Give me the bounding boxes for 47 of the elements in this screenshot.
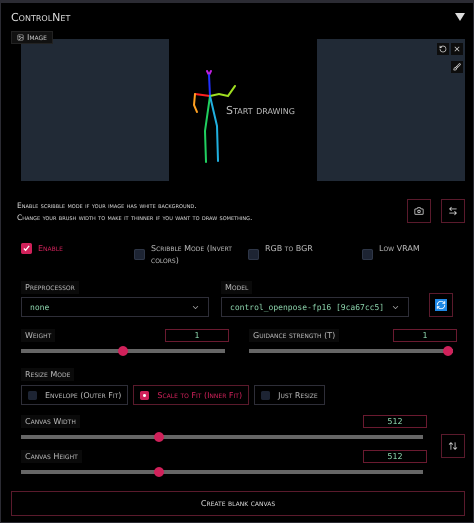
refresh-icon: [435, 299, 447, 311]
slider-thumb[interactable]: [154, 432, 164, 442]
resize-option[interactable]: Just Resize: [254, 385, 325, 405]
number-field[interactable]: 512: [363, 415, 427, 428]
slider-thumb[interactable]: [443, 346, 453, 356]
slider-label: Guidance strength (T): [249, 329, 340, 342]
up-down-arrows-icon: [448, 441, 458, 451]
number-field[interactable]: 512: [363, 450, 427, 463]
image-tab[interactable]: Image: [11, 31, 53, 44]
image-icon: [17, 34, 24, 41]
create-canvas-button[interactable]: Create blank canvas: [11, 491, 465, 516]
refresh-button[interactable]: [429, 293, 453, 317]
start-drawing-text: Start drawing: [226, 104, 295, 116]
preprocessor-label: Preprocessor: [21, 281, 79, 294]
collapse-triangle-icon[interactable]: [455, 12, 465, 22]
slider-label: Weight: [21, 329, 56, 342]
checkbox[interactable]: [21, 243, 32, 254]
resize-mode-label: Resize Mode: [21, 368, 74, 381]
slider-thumb[interactable]: [154, 467, 164, 477]
resize-option[interactable]: Envelope (Outer Fit): [21, 385, 128, 405]
checkbox-label: Scribble Mode (Invert colors): [151, 243, 233, 267]
swap-button[interactable]: [441, 199, 465, 223]
swap-arrows-icon: [448, 206, 458, 216]
slider-label: Canvas Height: [21, 450, 82, 463]
camera-button[interactable]: [407, 199, 431, 223]
checkbox[interactable]: [134, 249, 145, 260]
checkbox-label: RGB to BGR: [265, 243, 313, 255]
checkbox[interactable]: [362, 249, 373, 260]
resize-option[interactable]: Scale to Fit (Inner Fit): [133, 385, 250, 405]
undo-icon[interactable]: [437, 43, 449, 55]
checkbox-label: Low VRAM: [379, 243, 420, 255]
panel-title: ControlNet: [11, 10, 70, 24]
slider-label: Canvas Width: [21, 415, 80, 428]
close-icon[interactable]: [451, 43, 463, 55]
slider-thumb[interactable]: [118, 346, 128, 356]
input-image-panel[interactable]: [21, 39, 169, 181]
model-label: Model: [221, 281, 252, 294]
slider-track[interactable]: [249, 346, 453, 356]
number-field[interactable]: 1: [165, 329, 229, 342]
camera-icon: [414, 206, 424, 216]
preprocessor-dropdown[interactable]: none: [21, 297, 209, 317]
checkbox[interactable]: [248, 249, 259, 260]
model-dropdown[interactable]: control_openpose-fp16 [9ca67cc5]: [221, 297, 409, 317]
swap-dimensions-button[interactable]: [441, 434, 465, 458]
number-field[interactable]: 1: [393, 329, 457, 342]
brush-icon[interactable]: [451, 61, 463, 73]
checkbox-label: Enable: [38, 243, 63, 255]
